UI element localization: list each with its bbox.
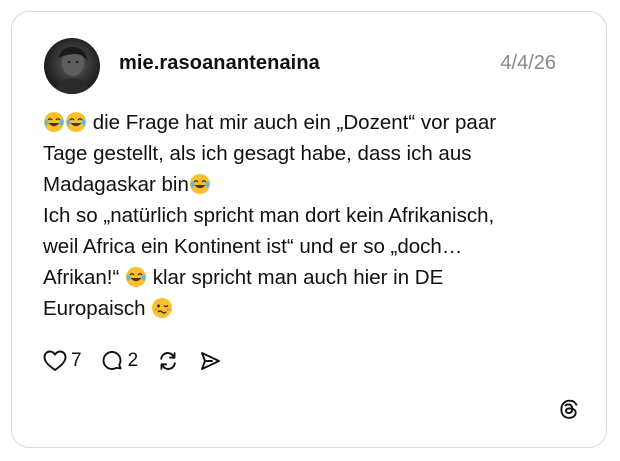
post-line-text: Madagaskar bin xyxy=(43,173,189,196)
post-line: Ich so „natürlich spricht man dort kein … xyxy=(43,200,583,231)
face-with-tears-of-joy-icon xyxy=(126,267,147,287)
avatar[interactable] xyxy=(44,38,100,94)
like-button[interactable]: 7 xyxy=(43,350,82,372)
post-line: weil Africa ein Kontinent ist“ und er so… xyxy=(43,231,583,262)
post-line-text: Europaisch xyxy=(43,297,146,320)
like-count: 7 xyxy=(71,350,82,371)
post-line-text: die Frage hat mir auch ein „Dozent“ vor … xyxy=(92,111,497,134)
threads-logo-icon xyxy=(560,399,578,419)
post-line-text: Tage gestellt, als ich gesagt habe, dass… xyxy=(43,142,472,165)
heart-icon xyxy=(43,350,67,371)
post-line-text: klar spricht man auch hier in DE xyxy=(152,266,444,289)
post-line: Europaisch xyxy=(43,293,583,324)
post-line: Madagaskar bin xyxy=(43,169,583,200)
face-with-tears-of-joy-icon xyxy=(189,174,210,194)
reply-button[interactable]: 2 xyxy=(100,349,139,373)
repost-button[interactable] xyxy=(156,349,180,373)
comment-icon xyxy=(102,351,122,370)
post-card[interactable]: mie.rasoanantenaina 4/4/26 die Frage hat… xyxy=(11,11,607,448)
repost-icon xyxy=(160,352,176,370)
action-bar: 7 2 xyxy=(43,346,240,376)
face-with-tears-of-joy-icon xyxy=(66,112,86,132)
post-line-text: Ich so „natürlich spricht man dort kein … xyxy=(43,204,495,227)
post-date[interactable]: 4/4/26 xyxy=(500,52,556,75)
post-line: die Frage hat mir auch ein „Dozent“ vor … xyxy=(43,107,583,138)
post-text: die Frage hat mir auch ein „Dozent“ vor … xyxy=(43,107,583,324)
send-icon xyxy=(201,352,221,370)
woozy-face-icon xyxy=(152,298,173,318)
post-line: Afrikan!“ klar spricht man auch hier in … xyxy=(43,262,583,293)
share-button[interactable] xyxy=(198,349,222,373)
post-line: Tage gestellt, als ich gesagt habe, dass… xyxy=(43,138,583,169)
face-with-tears-of-joy-icon xyxy=(44,112,64,132)
username[interactable]: mie.rasoanantenaina xyxy=(119,52,320,75)
reply-count: 2 xyxy=(127,350,139,371)
post-line-text: weil Africa ein Kontinent ist“ und er so… xyxy=(43,235,463,258)
post-line-text: Afrikan!“ xyxy=(43,266,120,289)
